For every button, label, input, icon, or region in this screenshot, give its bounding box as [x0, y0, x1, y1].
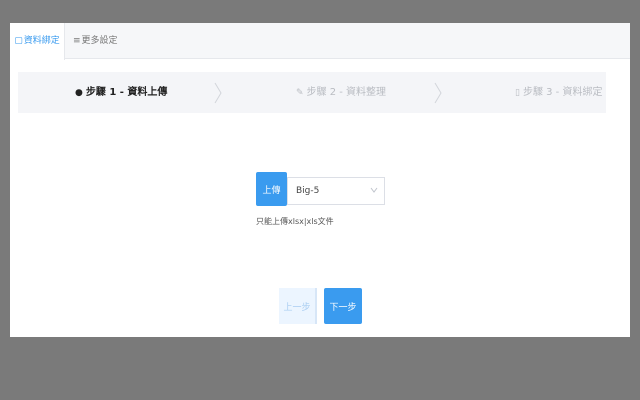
step-indicator: ● 步驟 1 - 資料上傳 ✎ 步驟 2 - 資料整理 ▯ 步驟 3 - 資料綁定 [18, 72, 606, 113]
data-binding-icon: ▢ [14, 36, 23, 46]
clipboard-icon: ▯ [515, 88, 520, 98]
tab-bar: ▢資料綁定 ≡更多設定 [10, 23, 630, 60]
edit-icon: ✎ [296, 88, 304, 98]
step-separator-icon [214, 82, 222, 104]
upload-hint: 只能上傳xlsx|xls文件 [256, 217, 334, 226]
encoding-value: Big-5 [296, 186, 320, 196]
dialog-panel: ▢資料綁定 ≡更多設定 ● 步驟 1 - 資料上傳 ✎ 步驟 2 - 資料整理 ▯ 步… [10, 23, 630, 337]
step-label: 步驟 3 - 資料綁定 [522, 87, 603, 98]
tab-more-settings[interactable]: ≡更多設定 [73, 23, 118, 59]
tab-label: 更多設定 [81, 36, 118, 46]
step-label: 步驟 2 - 資料整理 [306, 87, 387, 98]
step-2: ✎ 步驟 2 - 資料整理 [296, 72, 386, 113]
prev-step-button[interactable]: 上一步 [279, 288, 317, 324]
more-settings-icon: ≡ [73, 36, 81, 46]
next-step-button[interactable]: 下一步 [324, 288, 362, 324]
step-label: 步驟 1 - 資料上傳 [85, 87, 168, 98]
tab-data-binding[interactable]: ▢資料綁定 [10, 23, 65, 60]
tab-label: 資料綁定 [23, 36, 60, 46]
fire-icon: ● [75, 88, 83, 98]
step-1: ● 步驟 1 - 資料上傳 [75, 72, 167, 113]
encoding-select[interactable]: Big-5 [287, 177, 385, 205]
upload-button[interactable]: 上傳 [256, 172, 287, 206]
step-3: ▯ 步驟 3 - 資料綁定 [515, 72, 602, 113]
chevron-down-icon [370, 187, 378, 193]
step-separator-icon [434, 82, 442, 104]
